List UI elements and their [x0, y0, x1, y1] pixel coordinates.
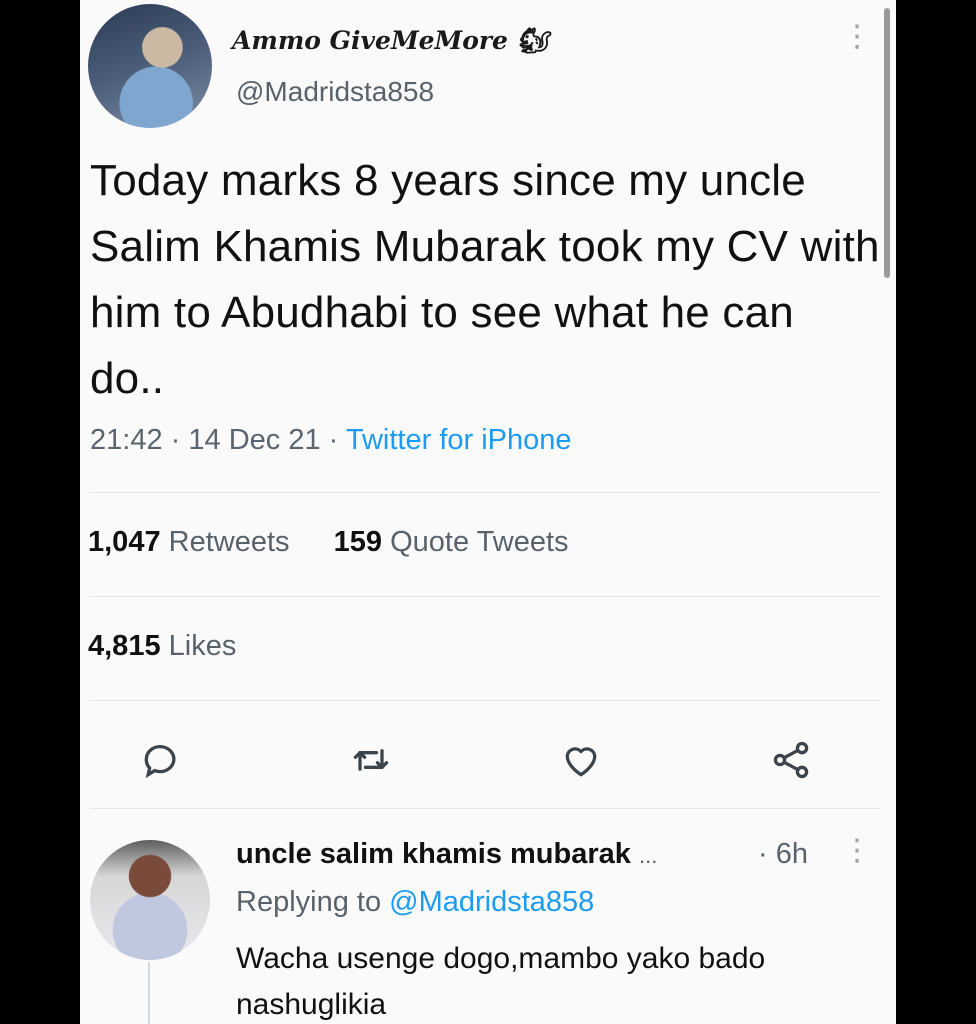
thread-line: [148, 962, 150, 1024]
retweets-stat[interactable]: 1,047 Retweets: [88, 526, 298, 558]
reply-time[interactable]: · 6h: [758, 838, 808, 871]
reply-author-name-text: uncle salim khamis mubarak: [236, 838, 631, 870]
divider: [90, 808, 880, 809]
meta-separator: ·: [328, 424, 339, 456]
retweet-button[interactable]: [346, 735, 396, 785]
quotes-stat[interactable]: 159 Quote Tweets: [334, 526, 569, 558]
tweet-time: 21:42: [90, 424, 163, 456]
reply-author-avatar[interactable]: [90, 840, 210, 960]
divider: [90, 492, 880, 493]
reply-time-value: 6h: [775, 838, 808, 870]
retweets-count: 1,047: [88, 526, 161, 558]
like-button[interactable]: [556, 735, 606, 785]
reply-author-name[interactable]: uncle salim khamis mubarak ...: [236, 838, 657, 871]
author-name-text: Ammo GiveMeMore: [232, 26, 508, 55]
author-display-name[interactable]: Ammo GiveMeMore 🐿: [232, 26, 548, 56]
truncation-ellipsis: ...: [638, 843, 658, 868]
reply-button[interactable]: [136, 735, 186, 785]
more-vertical-icon[interactable]: ⋮: [842, 836, 872, 866]
meta-separator: ·: [170, 424, 181, 456]
reply-time-separator: ·: [758, 838, 768, 870]
author-avatar[interactable]: [88, 4, 212, 128]
replying-to-mention[interactable]: @Madridsta858: [389, 886, 594, 918]
scrollbar[interactable]: [884, 8, 890, 278]
likes-stat[interactable]: 4,815 Likes: [88, 630, 236, 663]
squirrel-emoji-icon: 🐿: [516, 26, 549, 55]
tweet-source-link[interactable]: Twitter for iPhone: [346, 424, 572, 456]
replying-prefix: Replying to: [236, 886, 382, 918]
divider: [90, 596, 880, 597]
reply-text: Wacha usenge dogo,mambo yako bado nashug…: [236, 942, 766, 1021]
tweet-meta: 21:42 · 14 Dec 21 · Twitter for iPhone: [90, 424, 572, 457]
comment-icon: [144, 745, 176, 779]
retweets-label: Retweets: [168, 526, 290, 558]
replying-to-line: Replying to @Madridsta858: [236, 886, 594, 919]
divider: [90, 700, 880, 701]
more-vertical-icon[interactable]: ⋮: [842, 22, 872, 52]
tweet-text: Today marks 8 years since my uncle Salim…: [90, 156, 880, 403]
share-icon: [773, 741, 809, 779]
quotes-count: 159: [333, 526, 383, 558]
likes-count: 4,815: [88, 630, 161, 662]
author-handle[interactable]: @Madridsta858: [236, 76, 434, 108]
retweet-icon: [353, 749, 389, 771]
heart-icon: [565, 747, 597, 777]
quotes-label: Quote Tweets: [390, 526, 569, 558]
tweet-screen: Ammo GiveMeMore 🐿 @Madridsta858 ⋮ Today …: [80, 0, 896, 1024]
likes-label: Likes: [168, 630, 237, 662]
share-button[interactable]: [766, 735, 816, 785]
tweet-date: 14 Dec 21: [188, 424, 321, 456]
retweet-stats: 1,047 Retweets 159 Quote Tweets: [88, 526, 569, 559]
